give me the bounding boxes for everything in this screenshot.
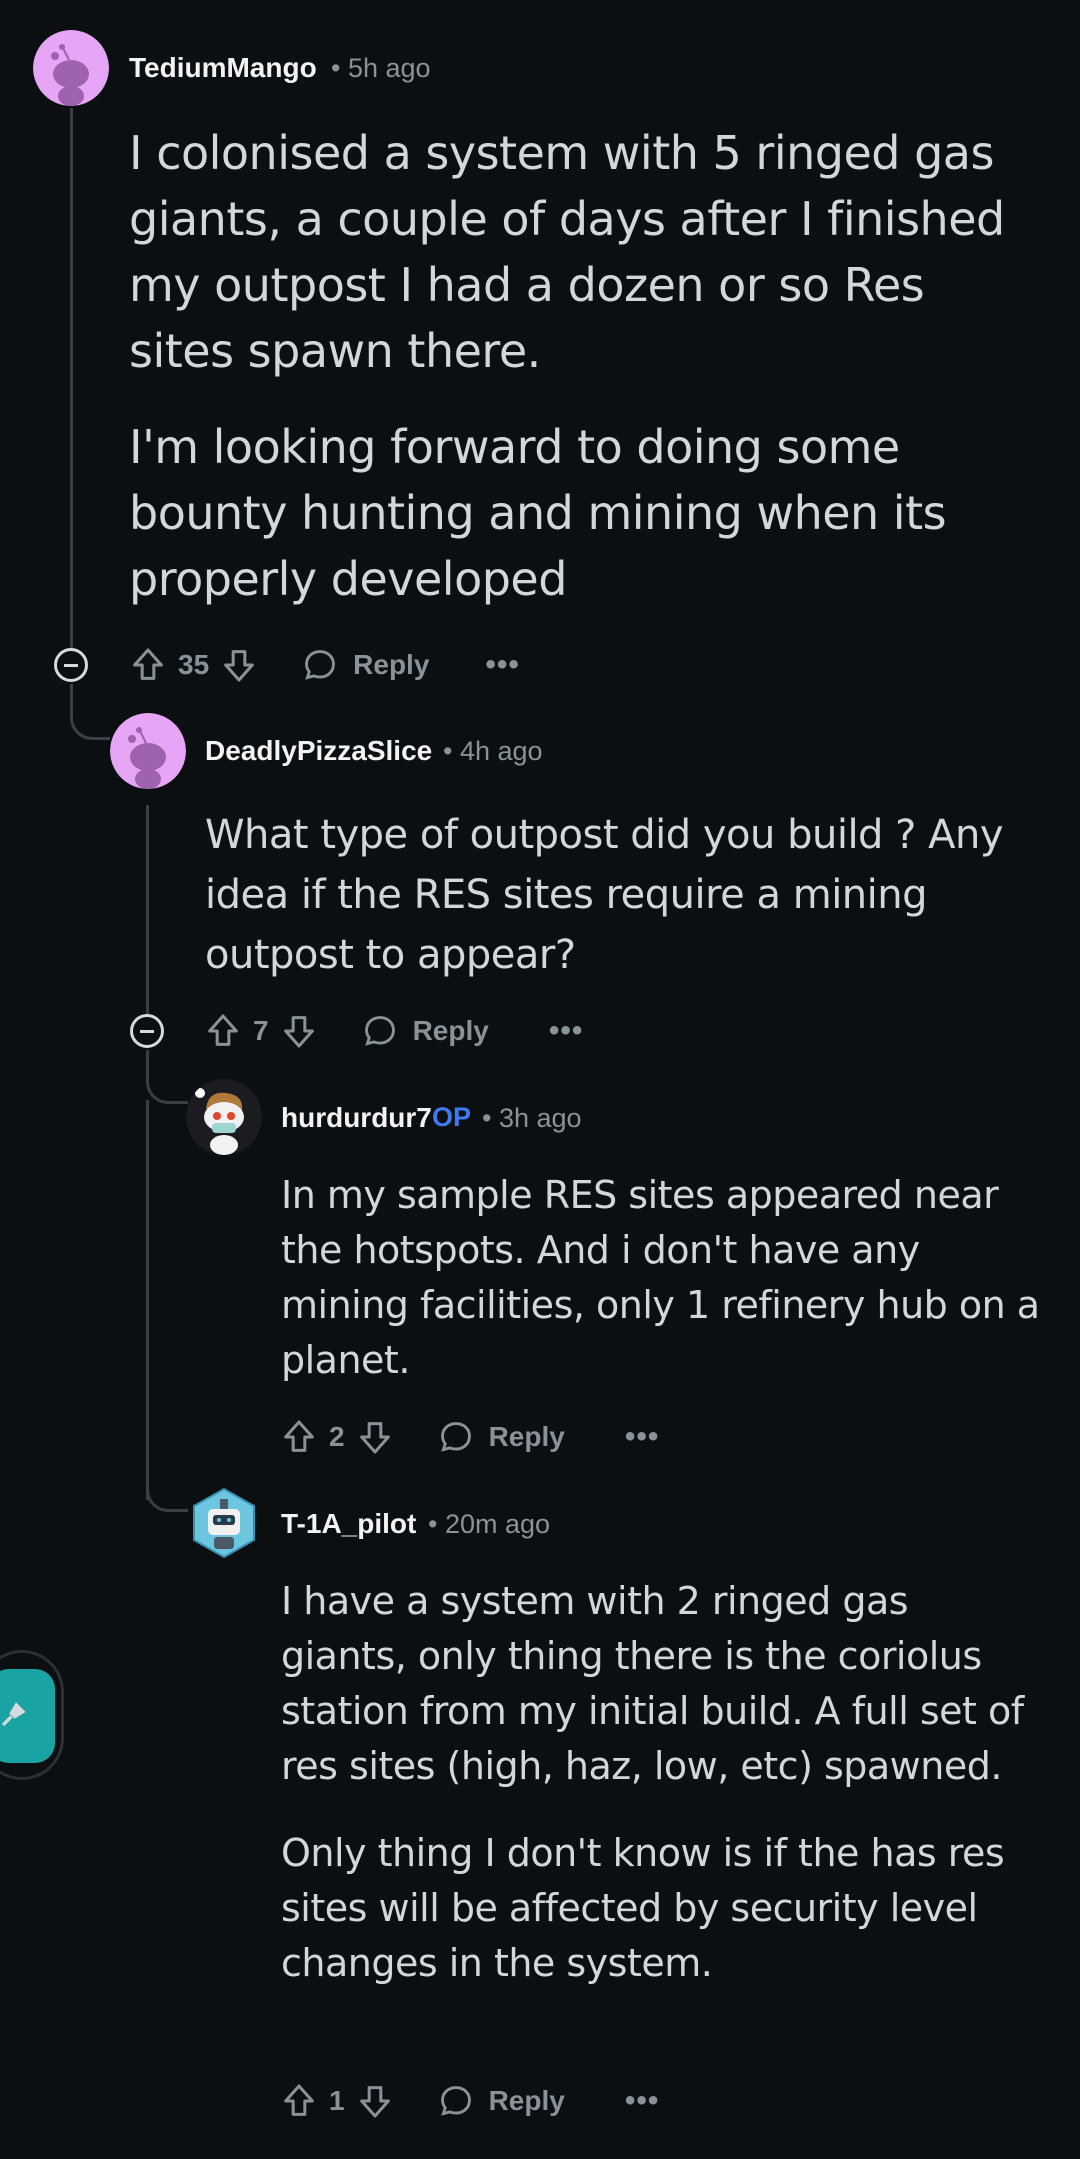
reply-label: Reply — [412, 1015, 489, 1046]
comment-body: In my sample RES sites appeared near the… — [281, 1168, 1041, 1388]
comment-username[interactable]: DeadlyPizzaSlice — [205, 735, 432, 767]
reply-button[interactable]: Reply — [301, 646, 429, 684]
comment-bubble-icon — [364, 1016, 395, 1046]
more-options-icon[interactable]: ••• — [625, 2084, 660, 2118]
comment-actions: 35 Reply ••• — [128, 640, 520, 690]
upvote-button[interactable] — [128, 645, 168, 685]
comment-timestamp: • 4h ago — [443, 736, 543, 766]
floating-action-inner — [0, 1669, 55, 1763]
snoo-avatar-icon — [33, 30, 109, 106]
snoo-avatar-icon — [110, 713, 186, 789]
upvote-icon — [284, 1420, 314, 1452]
snoo-avatar-icon — [186, 1079, 262, 1155]
comment-timestamp: • 3h ago — [482, 1103, 582, 1133]
comment-paragraph: I colonised a system with 5 ringed gas g… — [129, 126, 1005, 378]
upvote-button[interactable] — [279, 2081, 319, 2121]
more-options-icon[interactable]: ••• — [625, 1420, 660, 1454]
comment-username[interactable]: T-1A_pilot — [281, 1508, 416, 1540]
reply-button[interactable]: Reply — [361, 1012, 489, 1050]
comment-body: I have a system with 2 ringed gas giants… — [281, 1574, 1041, 1991]
collapse-icon[interactable] — [54, 648, 88, 682]
downvote-button[interactable] — [279, 1011, 319, 1051]
comment-body: What type of outpost did you build ? Any… — [205, 805, 1025, 985]
upvote-button[interactable] — [279, 1417, 319, 1457]
thread-curve-level2b — [146, 1470, 188, 1512]
robot-avatar-icon — [193, 1487, 255, 1559]
downvote-button[interactable] — [355, 2081, 395, 2121]
more-options-icon[interactable]: ••• — [485, 648, 520, 682]
vote-count: 7 — [253, 1015, 269, 1046]
reply-button[interactable]: Reply — [437, 1418, 565, 1456]
comment-paragraph: In my sample RES sites appeared near the… — [281, 1173, 1040, 1382]
avatar[interactable] — [33, 30, 109, 106]
thread-line-level1 — [70, 108, 73, 648]
thread-curve-level2a — [146, 1062, 188, 1104]
vote-count: 1 — [329, 2085, 345, 2116]
comment-body: I colonised a system with 5 ringed gas g… — [129, 120, 1009, 612]
reply-label: Reply — [353, 649, 430, 680]
vote-count: 35 — [178, 649, 210, 680]
avatar[interactable] — [186, 1485, 262, 1561]
upvote-button[interactable] — [203, 1011, 243, 1051]
comment-paragraph: I'm looking forward to doing some bounty… — [129, 420, 947, 606]
reply-button[interactable]: Reply — [437, 2082, 565, 2120]
comment-timestamp: • 20m ago — [428, 1509, 551, 1539]
comment-username[interactable]: hurdurdur7 — [281, 1102, 432, 1134]
comment-paragraph: Only thing I don't know is if the has re… — [281, 1831, 1005, 1985]
downvote-icon — [359, 2086, 390, 2118]
comment-bubble-icon — [305, 650, 336, 680]
op-badge: OP — [432, 1102, 472, 1132]
comment-actions: 7 Reply ••• — [203, 1006, 583, 1056]
collapse-icon[interactable] — [130, 1014, 164, 1048]
downvote-icon — [224, 650, 254, 682]
comment-username[interactable]: TediumMango — [129, 52, 317, 84]
downvote-button[interactable] — [219, 645, 259, 685]
comment-timestamp: • 5h ago — [331, 53, 431, 83]
downvote-button[interactable] — [355, 1417, 395, 1457]
thread-line-level2-long — [146, 1100, 149, 1500]
avatar[interactable] — [186, 1079, 262, 1155]
comment-paragraph: I have a system with 2 ringed gas giants… — [281, 1579, 1024, 1788]
reply-label: Reply — [488, 2085, 565, 2116]
floating-action-button[interactable] — [0, 1650, 64, 1780]
upvote-icon — [208, 1014, 238, 1046]
upvote-icon — [133, 648, 163, 680]
downvote-icon — [359, 1422, 390, 1454]
more-options-icon[interactable]: ••• — [549, 1014, 584, 1048]
comment-actions: 2 Reply ••• — [279, 1412, 659, 1462]
floating-action-icon — [1, 1702, 26, 1727]
thread-curve-level1 — [70, 700, 110, 740]
upvote-icon — [284, 2084, 314, 2116]
comment-bubble-icon — [440, 2086, 471, 2116]
vote-count: 2 — [329, 1421, 345, 1452]
downvote-icon — [283, 1016, 314, 1048]
comment-bubble-icon — [440, 1422, 471, 1452]
thread-line-level2 — [146, 805, 149, 1015]
reply-label: Reply — [488, 1421, 565, 1452]
comment-paragraph: What type of outpost did you build ? Any… — [205, 812, 1004, 978]
comment-actions: 1 Reply ••• — [279, 2076, 659, 2126]
avatar[interactable] — [110, 713, 186, 789]
